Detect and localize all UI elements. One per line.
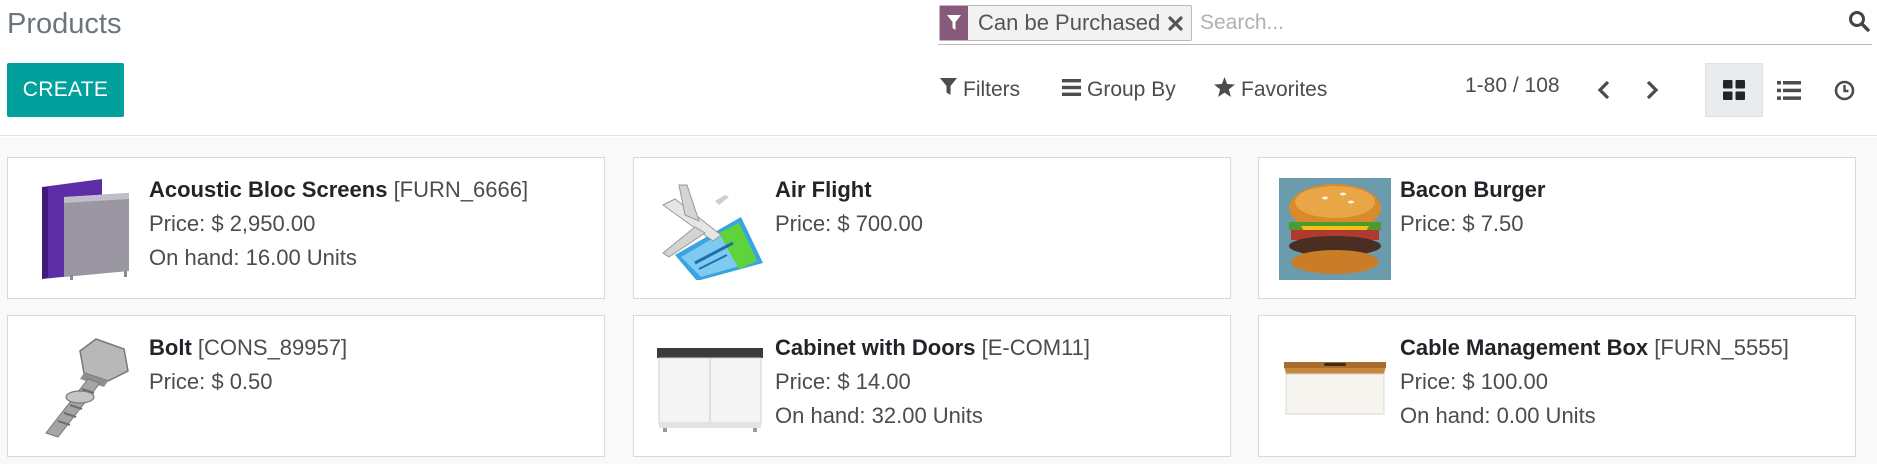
product-onhand: On hand: 0.00 Units [1400,403,1596,428]
product-price: Price: $ 100.00 [1400,369,1548,394]
th-large-icon [1723,80,1745,100]
product-name: Acoustic Bloc Screens [149,177,388,202]
product-card[interactable]: Bolt [CONS_89957] Price: $ 0.50 [7,315,605,457]
product-onhand: On hand: 32.00 Units [775,403,983,428]
product-name: Cabinet with Doors [775,335,976,360]
product-name: Bacon Burger [1400,177,1546,202]
filters-label: Filters [963,78,1021,101]
product-price: Price: $ 700.00 [775,211,923,236]
product-name: Cable Management Box [1400,335,1649,360]
product-card[interactable]: Acoustic Bloc Screens [FURN_6666] Price:… [7,157,605,299]
groupby-label: Group By [1087,78,1176,101]
product-card[interactable]: Cable Management Box [FURN_5555] Price: … [1258,315,1856,457]
product-onhand: On hand: 16.00 Units [149,245,357,270]
product-image [1279,178,1391,280]
list-view-button[interactable] [1760,63,1818,117]
product-price: Price: $ 7.50 [1400,211,1524,236]
chevron-right-icon[interactable] [1638,76,1666,104]
list-icon [1777,80,1801,100]
kanban-view: Acoustic Bloc Screens [FURN_6666] Price:… [0,137,1877,464]
chevron-left-icon[interactable] [1590,76,1618,104]
product-image [28,336,140,438]
favorites-label: Favorites [1241,78,1328,101]
close-icon[interactable] [1168,6,1191,40]
product-price: Price: $ 0.50 [149,369,273,394]
favorites-button[interactable]: Favorites [1214,74,1327,106]
filters-button[interactable]: Filters [940,74,1020,106]
product-price: Price: $ 14.00 [775,369,911,394]
product-card[interactable]: Bacon Burger Price: $ 7.50 [1258,157,1856,299]
star-icon [1214,77,1235,103]
product-image [654,336,766,438]
search-icon[interactable] [1848,10,1870,37]
product-image [1279,336,1391,438]
product-ref: [CONS_89957] [197,335,348,360]
filter-icon [940,6,968,40]
product-card[interactable]: Air Flight Price: $ 700.00 [633,157,1231,299]
clock-icon [1834,80,1854,100]
filter-icon [940,78,957,102]
product-image [654,178,766,280]
pager-value[interactable]: 1-80 / 108 [1465,74,1560,98]
product-ref: [FURN_6666] [393,177,529,202]
search-input[interactable] [1200,6,1800,40]
activity-view-button[interactable] [1815,63,1873,117]
page-title: Products [7,8,122,40]
bars-icon [1062,78,1081,102]
product-card[interactable]: Cabinet with Doors [E-COM11] Price: $ 14… [633,315,1231,457]
product-name: Air Flight [775,177,872,202]
search-bar: Can be Purchased [938,2,1872,45]
product-ref: [FURN_5555] [1654,335,1789,360]
product-image [28,178,140,280]
groupby-button[interactable]: Group By [1062,74,1176,106]
product-name: Bolt [149,335,192,360]
product-ref: [E-COM11] [981,335,1090,360]
product-price: Price: $ 2,950.00 [149,211,316,236]
control-panel: Products Can be Purchased CREATE Filters… [0,0,1877,136]
search-facet-label: Can be Purchased [978,10,1161,35]
search-facet: Can be Purchased [939,5,1193,41]
kanban-view-button[interactable] [1705,63,1763,117]
create-button[interactable]: CREATE [7,63,124,117]
